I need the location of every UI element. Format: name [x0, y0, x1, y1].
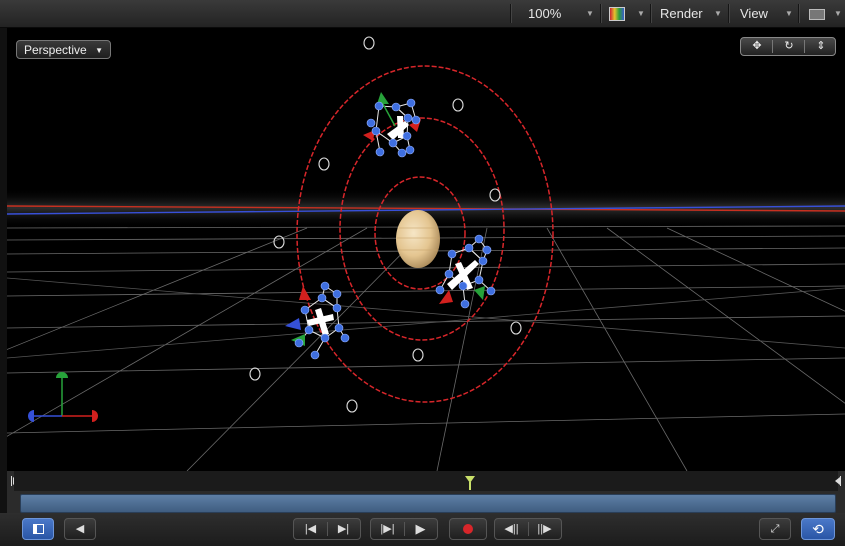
molecule-top[interactable] [363, 92, 421, 158]
loop-button[interactable]: ⟲ [801, 518, 835, 540]
dolly-icon[interactable]: ⇕ [805, 38, 837, 55]
audio-icon: ◀ [75, 523, 85, 535]
show-panel-button[interactable] [22, 518, 54, 540]
view-dropdown-arrow[interactable]: ▼ [785, 0, 793, 27]
record-icon [463, 524, 473, 534]
go-to-start-icon: |◀ [304, 523, 317, 535]
playhead[interactable] [465, 476, 475, 490]
axis-gizmo [28, 372, 98, 422]
canvas-viewport[interactable]: Perspective ▼ ✥ ↻ ⇕ [7, 28, 845, 471]
render-dropdown-arrow[interactable]: ▼ [714, 0, 722, 27]
record-button[interactable] [449, 518, 487, 540]
go-to-end-button[interactable]: ▶| [327, 519, 360, 539]
loop-icon: ⟲ [812, 521, 824, 537]
start-end-buttons: |◀ ▶| [293, 518, 361, 540]
play-range-button[interactable]: |▶| [371, 519, 404, 539]
zoom-dropdown-arrow[interactable]: ▼ [586, 0, 594, 27]
frame-step-buttons: ◀|| ||▶ [494, 518, 562, 540]
pan-icon[interactable]: ✥ [741, 38, 773, 55]
toolbar-divider [600, 4, 602, 23]
toolbar-divider [728, 4, 730, 23]
next-frame-icon: ||▶ [537, 523, 552, 535]
layout-icon [809, 9, 825, 20]
previous-frame-icon: ◀|| [504, 523, 519, 535]
camera-menu-label: Perspective [24, 43, 87, 57]
molecule-left[interactable] [285, 281, 350, 360]
planet-sphere[interactable] [396, 210, 440, 268]
fullscreen-icon: ⤢ [770, 523, 780, 535]
play-icon: ▶ [415, 521, 426, 536]
color-channels-menu[interactable] [609, 0, 625, 27]
render-menu[interactable]: Render [660, 0, 703, 27]
camera-menu[interactable]: Perspective ▼ [16, 40, 111, 59]
audio-button[interactable]: ◀ [64, 518, 96, 540]
layout-dropdown-arrow[interactable]: ▼ [834, 0, 842, 27]
toolbar-divider [510, 4, 512, 23]
layer-bar[interactable] [20, 494, 836, 513]
orbit-icon[interactable]: ↻ [773, 38, 805, 55]
previous-frame-button[interactable]: ◀|| [495, 519, 528, 539]
play-buttons: |▶| ▶ [370, 518, 438, 540]
view-menu[interactable]: View [740, 0, 768, 27]
toolbar-divider [650, 4, 652, 23]
go-to-end-icon: ▶| [337, 523, 350, 535]
show-panel-icon [32, 524, 44, 534]
play-range-icon: |▶| [380, 523, 395, 535]
zoom-level-menu[interactable]: 100% [528, 0, 561, 27]
color-channels-dropdown-arrow[interactable]: ▼ [637, 0, 645, 27]
chevron-down-icon: ▼ [95, 46, 103, 55]
camera-tools: ✥ ↻ ⇕ [740, 37, 836, 56]
fullscreen-button[interactable]: ⤢ [759, 518, 791, 540]
toolbar-divider [798, 4, 800, 23]
color-channels-icon [609, 7, 625, 21]
play-button[interactable]: ▶ [404, 519, 437, 539]
go-to-start-button[interactable]: |◀ [294, 519, 327, 539]
play-range-out-bar [840, 476, 841, 486]
timeline-ruler[interactable] [14, 471, 838, 491]
next-frame-button[interactable]: ||▶ [528, 519, 561, 539]
viewer-toolbar: 100% ▼ ▼ Render ▼ View ▼ ▼ [0, 0, 845, 28]
layout-menu[interactable] [809, 0, 825, 27]
play-range-in-bar [11, 476, 12, 486]
mini-timeline[interactable] [7, 471, 845, 513]
transport-bar: ◀ |◀ ▶| |▶| ▶ ◀|| ||▶ ⤢ ⟲ [0, 513, 845, 546]
scene-canvas [7, 36, 845, 471]
